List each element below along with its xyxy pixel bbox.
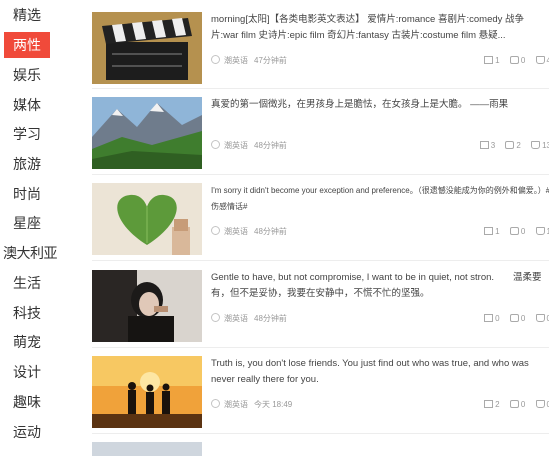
post-text[interactable]: morning[太阳]【各类电影英文表达】 爱情片:romance 喜剧片:co… (211, 12, 549, 46)
share-button[interactable]: 2 (484, 398, 500, 412)
post-source[interactable]: 潮英语 (224, 400, 248, 409)
category-item[interactable]: 星座 (4, 210, 50, 236)
comment-icon (509, 400, 519, 408)
post-source[interactable]: 潮英语 (224, 227, 248, 236)
feed-item[interactable]: Gentle to have, but not compromise, I wa… (90, 270, 549, 355)
feed-item[interactable]: Truth is, you don't lose friends. You ju… (90, 356, 549, 441)
feed-item[interactable]: morning[太阳]【各类电影英文表达】 爱情片:romance 喜剧片:co… (90, 12, 549, 97)
comment-icon (509, 314, 519, 322)
post-text[interactable]: 真爱的第一個徵兆，在男孩身上是膽怯，在女孩身上是大膽。 ——雨果 (211, 97, 549, 131)
share-button[interactable]: 3 (479, 139, 495, 153)
like-button[interactable]: 1 (535, 225, 549, 239)
share-icon (484, 314, 494, 322)
share-icon (484, 56, 494, 64)
source-icon (211, 399, 220, 408)
category-item[interactable]: 趣味 (4, 389, 50, 415)
divider (92, 347, 549, 348)
category-item[interactable]: 设计 (4, 359, 50, 385)
share-button[interactable]: 1 (484, 54, 500, 68)
feed-list: morning[太阳]【各类电影英文表达】 爱情片:romance 喜剧片:co… (90, 0, 549, 456)
post-time: 今天 18:49 (254, 400, 293, 409)
thumbs-up-icon (535, 56, 545, 64)
comment-icon (505, 141, 515, 149)
post-meta: 潮英语 48分钟前 1 0 1 (211, 225, 549, 239)
category-item[interactable]: 精选 (4, 2, 50, 28)
next-item-thumbnail[interactable] (92, 442, 202, 456)
post-meta: 潮英语 今天 18:49 2 0 0 (211, 398, 549, 412)
comment-button[interactable]: 0 (509, 54, 525, 68)
divider (92, 433, 549, 434)
category-item[interactable]: 运动 (4, 419, 50, 445)
feed-item[interactable]: 真爱的第一個徵兆，在男孩身上是膽怯，在女孩身上是大膽。 ——雨果 潮英语 48分钟… (90, 97, 549, 182)
source-icon (211, 140, 220, 149)
divider (92, 260, 549, 261)
post-text[interactable]: Gentle to have, but not compromise, I wa… (211, 270, 549, 304)
post-text[interactable]: Truth is, you don't lose friends. You ju… (211, 356, 549, 390)
like-button[interactable]: 4 (535, 54, 549, 68)
category-item-active[interactable]: 两性 (4, 32, 50, 58)
post-text[interactable]: I'm sorry it didn't become your exceptio… (211, 183, 549, 217)
share-icon (484, 227, 494, 235)
post-actions: 1 0 4 (476, 54, 549, 68)
share-icon (484, 400, 494, 408)
post-actions: 1 0 1 (476, 225, 549, 239)
post-time: 48分钟前 (254, 314, 287, 323)
divider (92, 174, 549, 175)
thumbs-up-icon (535, 314, 545, 322)
category-item[interactable]: 生活 (4, 270, 50, 296)
comment-button[interactable]: 0 (509, 312, 525, 326)
feed-item[interactable]: I'm sorry it didn't become your exceptio… (90, 183, 549, 268)
like-button[interactable]: 13 (531, 139, 549, 153)
source-icon (211, 313, 220, 322)
mountain-landscape-image[interactable] (92, 97, 202, 169)
thumbs-up-icon (531, 141, 541, 149)
post-time: 48分钟前 (254, 141, 287, 150)
category-item[interactable]: 时尚 (4, 181, 50, 207)
share-button[interactable]: 0 (484, 312, 500, 326)
share-button[interactable]: 1 (484, 225, 500, 239)
post-source[interactable]: 潮英语 (224, 56, 248, 65)
film-clapperboard-image[interactable] (92, 12, 202, 84)
comment-icon (509, 227, 519, 235)
post-meta: 潮英语 48分钟前 3 2 13 (211, 139, 549, 153)
post-actions: 3 2 13 (472, 139, 549, 153)
like-button[interactable]: 0 (535, 398, 549, 412)
divider (92, 88, 549, 89)
woman-portrait-image[interactable] (92, 270, 202, 342)
like-button[interactable]: 0 (535, 312, 549, 326)
category-item[interactable]: 澳大利亚 (0, 240, 60, 266)
comment-button[interactable]: 0 (509, 225, 525, 239)
post-actions: 2 0 0 (476, 398, 549, 412)
post-time: 48分钟前 (254, 227, 287, 236)
post-meta: 潮英语 47分钟前 1 0 4 (211, 54, 549, 68)
category-sidebar: 精选 两性 娱乐 媒体 学习 旅游 时尚 星座 澳大利亚 生活 科技 萌宠 设计… (0, 0, 60, 456)
post-time: 47分钟前 (254, 56, 287, 65)
comment-icon (509, 56, 519, 64)
sunset-silhouettes-image[interactable] (92, 356, 202, 428)
category-item[interactable]: 媒体 (4, 92, 50, 118)
category-item[interactable]: 娱乐 (4, 62, 50, 88)
share-icon (479, 141, 489, 149)
source-icon (211, 226, 220, 235)
source-icon (211, 55, 220, 64)
comment-button[interactable]: 2 (505, 139, 521, 153)
comment-button[interactable]: 0 (509, 398, 525, 412)
thumbs-up-icon (535, 227, 545, 235)
thumbs-up-icon (535, 400, 545, 408)
post-source[interactable]: 潮英语 (224, 314, 248, 323)
green-heart-leaf-image[interactable] (92, 183, 202, 255)
post-source[interactable]: 潮英语 (224, 141, 248, 150)
category-item[interactable]: 学习 (4, 121, 50, 147)
category-item[interactable]: 旅游 (4, 151, 50, 177)
post-actions: 0 0 0 (476, 312, 549, 326)
category-item[interactable]: 科技 (4, 300, 50, 326)
category-item[interactable]: 萌宠 (4, 329, 50, 355)
post-meta: 潮英语 48分钟前 0 0 0 (211, 312, 549, 326)
